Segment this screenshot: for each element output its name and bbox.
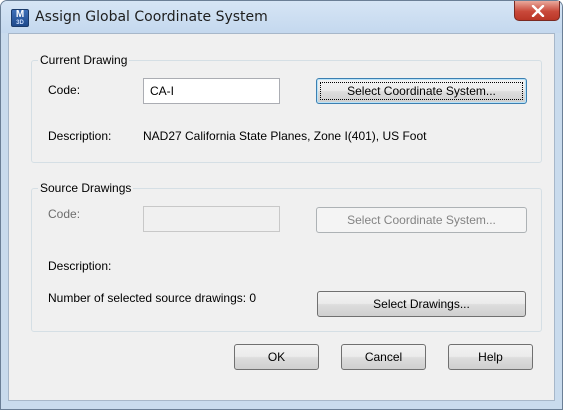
source-code-field[interactable]	[143, 206, 280, 232]
source-code-label: Code:	[48, 207, 81, 221]
help-button[interactable]: Help	[448, 344, 533, 370]
select-drawings-label: Select Drawings...	[373, 297, 470, 311]
ok-label: OK	[267, 350, 286, 364]
close-button[interactable]	[514, 1, 560, 21]
current-description-label: Description:	[48, 129, 112, 143]
cancel-button[interactable]: Cancel	[341, 344, 426, 370]
dialog-window: M 3D Assign Global Coordinate System Cur…	[0, 0, 563, 410]
source-select-coordinate-system-label: Select Coordinate System...	[347, 213, 496, 227]
source-description-label: Description:	[48, 259, 112, 273]
dialog-client-area: Current Drawing Code: CA-I Select Coordi…	[8, 33, 555, 401]
close-icon	[531, 5, 545, 17]
source-select-coordinate-system-button[interactable]: Select Coordinate System...	[316, 207, 527, 233]
current-drawing-group: Current Drawing	[31, 53, 542, 163]
current-drawing-group-label: Current Drawing	[38, 53, 130, 67]
map3d-app-icon: M 3D	[11, 9, 29, 27]
current-select-coordinate-system-button[interactable]: Select Coordinate System...	[316, 78, 527, 104]
current-code-field[interactable]: CA-I	[143, 78, 280, 104]
cancel-label: Cancel	[364, 350, 403, 364]
selected-source-drawings-count: Number of selected source drawings: 0	[48, 291, 257, 305]
current-select-coordinate-system-label: Select Coordinate System...	[347, 84, 496, 98]
select-drawings-button[interactable]: Select Drawings...	[317, 291, 526, 317]
app-icon-subtext: 3D	[16, 20, 24, 26]
current-description-value: NAD27 California State Planes, Zone I(40…	[143, 129, 427, 143]
ok-button[interactable]: OK	[234, 344, 319, 370]
current-code-label: Code:	[48, 83, 81, 97]
title-bar[interactable]: M 3D Assign Global Coordinate System	[1, 1, 562, 33]
app-icon-letter: M	[15, 9, 25, 20]
source-drawings-group-label: Source Drawings	[38, 181, 134, 195]
help-label: Help	[478, 350, 503, 364]
window-title: Assign Global Coordinate System	[35, 9, 268, 25]
